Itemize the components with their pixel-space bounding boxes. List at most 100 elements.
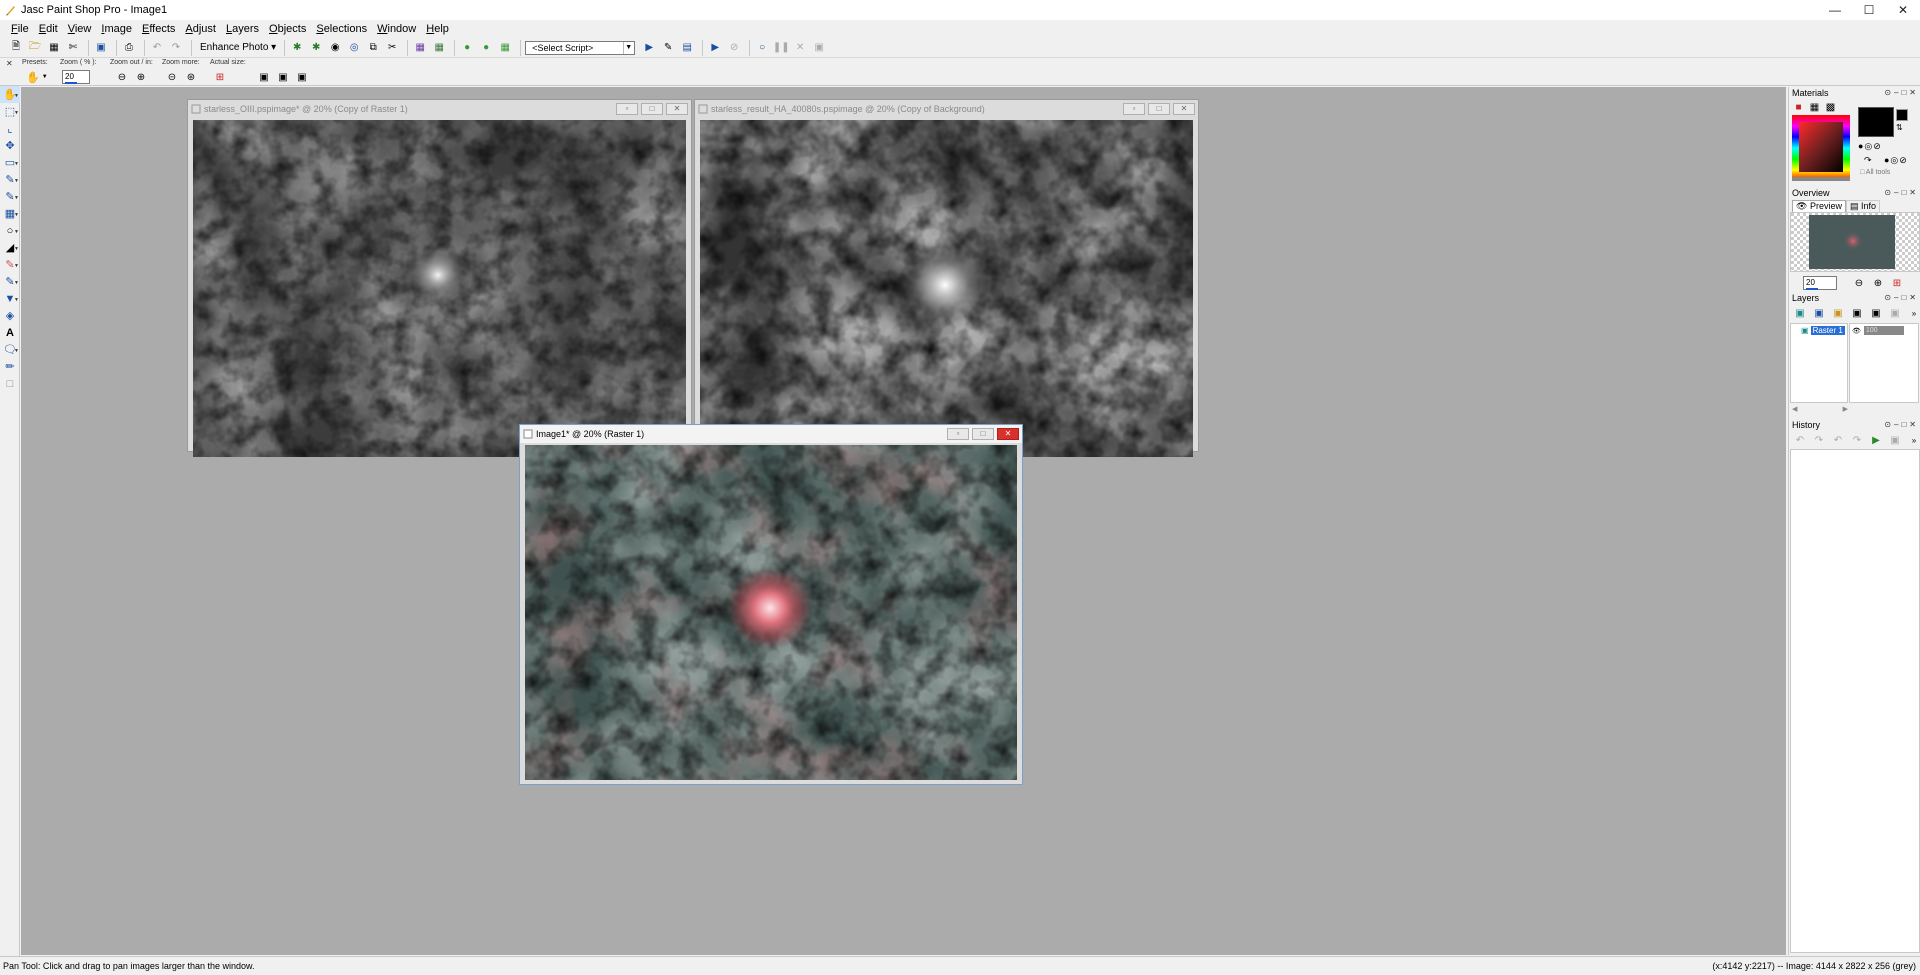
- image-capture-icon[interactable]: ▦: [431, 40, 447, 56]
- tab-info[interactable]: ▤ Info: [1845, 200, 1880, 212]
- palette-icon[interactable]: ●: [459, 40, 475, 56]
- run-script-icon[interactable]: ▶: [641, 40, 657, 56]
- red-eye-icon[interactable]: ◉: [327, 40, 343, 56]
- close-button[interactable]: ✕: [997, 428, 1019, 440]
- menu-layers[interactable]: Layers: [221, 23, 264, 35]
- cancel-script-icon[interactable]: ✕: [792, 40, 808, 56]
- new-group-icon[interactable]: ▣: [1830, 305, 1846, 321]
- new-file-icon[interactable]: 🗎: [8, 40, 24, 56]
- image-window-image1[interactable]: Image1* @ 20% (Raster 1) ▫ □ ✕: [519, 424, 1023, 785]
- paint-brush-tool[interactable]: ✎ ▼: [0, 256, 20, 273]
- minimize-button[interactable]: ▫: [1123, 103, 1145, 115]
- pen-tool[interactable]: ✏: [0, 358, 20, 375]
- pause-script-icon[interactable]: ❚❚: [773, 40, 790, 56]
- foreground-swatch[interactable]: [1858, 107, 1894, 137]
- save-icon[interactable]: ▣: [93, 40, 109, 56]
- image-window-titlebar[interactable]: starless_result_HA_40080s.pspimage @ 20%…: [695, 100, 1198, 118]
- close-button[interactable]: ✕: [1886, 0, 1920, 20]
- tab-preview[interactable]: 👁 Preview: [1792, 200, 1846, 212]
- swap-materials-icon[interactable]: ↷: [1864, 155, 1872, 166]
- dropper-tool[interactable]: ✎ ▼: [0, 171, 20, 188]
- close-button[interactable]: ✕: [1173, 103, 1195, 115]
- background-swatch[interactable]: [1896, 109, 1908, 121]
- frame-tab-icon[interactable]: ▩: [1824, 101, 1837, 113]
- text-tool[interactable]: A: [0, 324, 20, 341]
- visibility-eye-icon[interactable]: 👁: [1852, 327, 1861, 335]
- enhance-photo-dropdown[interactable]: Enhance Photo ▾: [196, 40, 280, 56]
- redo-icon[interactable]: ↷: [1849, 432, 1865, 448]
- clear-history-icon[interactable]: ▣: [1887, 432, 1903, 448]
- opacity-slider[interactable]: 100: [1863, 326, 1904, 335]
- image-canvas[interactable]: [193, 120, 686, 457]
- straighten-tool[interactable]: ✎ ▼: [0, 188, 20, 205]
- ellipse-tool[interactable]: ○ ▼: [0, 222, 20, 239]
- minimize-button[interactable]: ▫: [947, 428, 969, 440]
- zoom-out-icon[interactable]: ⊖: [114, 69, 130, 85]
- menu-file[interactable]: File: [6, 23, 34, 35]
- image-window-titlebar[interactable]: Image1* @ 20% (Raster 1) ▫ □ ✕: [520, 425, 1022, 443]
- undo-to-icon[interactable]: ↶: [1792, 432, 1808, 448]
- menu-view[interactable]: View: [63, 23, 97, 35]
- swap-colors-icon[interactable]: ⇅: [1896, 123, 1903, 132]
- maximize-button[interactable]: □: [641, 103, 663, 115]
- menu-objects[interactable]: Objects: [264, 23, 311, 35]
- script-output-icon[interactable]: ▤: [679, 40, 695, 56]
- zoom-in-icon[interactable]: ⊕: [1870, 275, 1886, 291]
- save-script-icon[interactable]: ▣: [811, 40, 827, 56]
- learning-center-icon[interactable]: ▦: [497, 40, 513, 56]
- rainbow-tab-icon[interactable]: ■: [1792, 101, 1805, 113]
- auto-color-icon[interactable]: ✱: [308, 40, 324, 56]
- flood-fill-tool[interactable]: ◈: [0, 307, 20, 324]
- menu-help[interactable]: Help: [421, 23, 454, 35]
- menu-window[interactable]: Window: [372, 23, 421, 35]
- image-canvas[interactable]: [525, 445, 1017, 780]
- new-mask-icon[interactable]: ▣: [1849, 305, 1865, 321]
- undo-icon[interactable]: ↶: [149, 40, 165, 56]
- bg-style-icons[interactable]: ●◎⊘: [1884, 155, 1908, 166]
- new-vector-layer-icon[interactable]: ▣: [1811, 305, 1827, 321]
- panel-controls[interactable]: ⊙–□✕: [1884, 87, 1919, 99]
- toggle-palettes-icon[interactable]: ●: [478, 40, 494, 56]
- copy-icon[interactable]: ⧉: [365, 40, 381, 56]
- scroll-left-icon[interactable]: ◀: [1792, 405, 1797, 413]
- more-icon[interactable]: »: [1906, 432, 1920, 448]
- scroll-right-icon[interactable]: ▶: [1843, 405, 1848, 413]
- open-folder-icon[interactable]: 🗁: [27, 40, 43, 56]
- menu-adjust[interactable]: Adjust: [180, 23, 221, 35]
- history-panel-header[interactable]: History ⊙–□✕: [1789, 419, 1920, 431]
- browse-icon[interactable]: ▦: [46, 40, 62, 56]
- fit-window-icon[interactable]: ▣: [256, 69, 272, 85]
- actual-size-icon[interactable]: ⊞: [212, 69, 228, 85]
- options-close-icon[interactable]: ✕: [6, 59, 13, 68]
- close-button[interactable]: ✕: [666, 103, 688, 115]
- screen-capture-icon[interactable]: ▦: [412, 40, 428, 56]
- image-window-ha[interactable]: starless_result_HA_40080s.pspimage @ 20%…: [694, 99, 1199, 457]
- layers-list[interactable]: ▣ Raster 1: [1790, 323, 1848, 403]
- scan-icon[interactable]: ✄: [65, 40, 81, 56]
- move-tool[interactable]: ✥: [0, 137, 20, 154]
- more-icon[interactable]: »: [1906, 305, 1920, 321]
- adjustment-layer-icon[interactable]: ▣: [1868, 305, 1884, 321]
- menu-edit[interactable]: Edit: [34, 23, 63, 35]
- selection-tool[interactable]: ⬚ ▼: [0, 103, 20, 120]
- swatches-tab-icon[interactable]: ▦: [1808, 101, 1821, 113]
- fit-image-icon[interactable]: ▣: [275, 69, 291, 85]
- save-to-quickscript-icon[interactable]: ▶: [1868, 432, 1884, 448]
- materials-panel-header[interactable]: Materials ⊙–□✕: [1789, 87, 1920, 99]
- sharpen-icon[interactable]: ◎: [346, 40, 362, 56]
- workspace[interactable]: starless_OIII.pspimage* @ 20% (Copy of R…: [21, 87, 1786, 955]
- shape-tool[interactable]: ▭ ▼: [0, 154, 20, 171]
- overview-zoom-input[interactable]: 20: [1803, 276, 1837, 290]
- actual-size-icon[interactable]: ⊞: [1889, 275, 1905, 291]
- overview-panel-header[interactable]: Overview ⊙–□✕: [1789, 187, 1920, 199]
- color-picker[interactable]: [1792, 115, 1852, 185]
- cut-icon[interactable]: ✂: [384, 40, 400, 56]
- menu-effects[interactable]: Effects: [137, 23, 180, 35]
- history-list[interactable]: [1790, 449, 1920, 953]
- print-icon[interactable]: ⎙: [121, 40, 137, 56]
- pan-tool[interactable]: ✋ ▼: [0, 86, 20, 103]
- run-default-script-icon[interactable]: ▶: [707, 40, 723, 56]
- full-screen-icon[interactable]: ▣: [294, 69, 310, 85]
- menu-selections[interactable]: Selections: [311, 23, 372, 35]
- clone-brush-tool[interactable]: ✎ ▼: [0, 273, 20, 290]
